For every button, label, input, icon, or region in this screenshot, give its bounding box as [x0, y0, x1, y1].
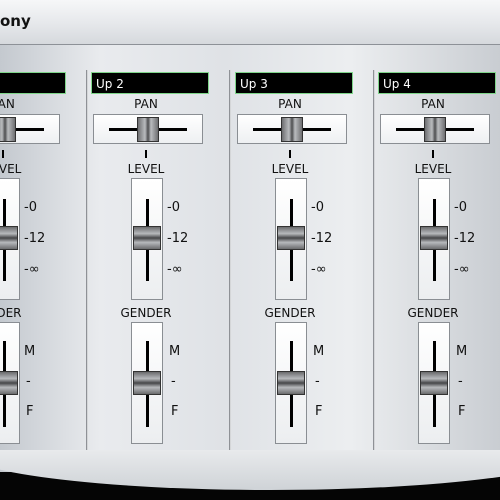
gender-fader-knob[interactable] [277, 371, 305, 395]
gender-scale-top: M [313, 344, 325, 359]
gender-scale-bottom: F [315, 404, 323, 419]
pan-control[interactable] [93, 114, 203, 144]
channel-name-field[interactable]: Up 2 [91, 72, 209, 94]
window-title: ony [0, 12, 31, 30]
channel-divider [373, 70, 375, 450]
title-bar: ony [0, 0, 500, 45]
gender-scale-top: M [456, 344, 468, 359]
gender-fader[interactable] [418, 322, 450, 444]
level-scale-mid: -12 [24, 231, 46, 246]
pan-label: PAN [278, 97, 302, 111]
channel-strip-4: Up 4 PAN LEVEL -0 -12 -∞ GENDER M - F [378, 72, 500, 452]
gender-scale-bottom: F [171, 404, 179, 419]
pan-center-tick [432, 150, 434, 158]
level-scale-bottom: -∞ [454, 262, 470, 277]
level-label: LEVEL [271, 162, 309, 176]
pan-control[interactable] [237, 114, 347, 144]
pan-center-tick [145, 150, 147, 158]
pan-control[interactable] [0, 114, 60, 144]
gender-scale-mid: - [26, 374, 31, 389]
gender-fader-knob[interactable] [420, 371, 448, 395]
level-label: LEVEL [414, 162, 452, 176]
gender-fader[interactable] [0, 322, 20, 444]
pan-knob[interactable] [137, 117, 159, 142]
gender-scale-top: M [169, 344, 181, 359]
gender-label: GENDER [407, 306, 459, 320]
pan-knob[interactable] [0, 117, 16, 142]
level-scale-top: -0 [167, 200, 180, 215]
level-scale-top: -0 [311, 200, 324, 215]
level-fader[interactable] [131, 178, 163, 300]
level-scale-top: -0 [24, 200, 37, 215]
channel-name-field[interactable]: Up 4 [378, 72, 496, 94]
gender-label: GENDER [264, 306, 316, 320]
gender-scale-top: M [24, 344, 36, 359]
channel-divider [229, 70, 231, 450]
gender-fader[interactable] [275, 322, 307, 444]
channel-strip-1: PAN LEVEL -0 -12 -∞ GENDER M - F [0, 72, 78, 452]
channel-name-field[interactable]: Up 3 [235, 72, 353, 94]
gender-scale-bottom: F [26, 404, 34, 419]
pan-knob[interactable] [281, 117, 303, 142]
pan-label: PAN [134, 97, 158, 111]
level-scale-top: -0 [454, 200, 467, 215]
level-scale-bottom: -∞ [167, 262, 183, 277]
level-scale-mid: -12 [454, 231, 476, 246]
level-scale-mid: -12 [311, 231, 333, 246]
level-fader-knob[interactable] [0, 226, 18, 250]
gender-scale-mid: - [171, 374, 176, 389]
level-fader-knob[interactable] [420, 226, 448, 250]
gender-label: GENDER [0, 306, 22, 320]
pan-knob[interactable] [424, 117, 446, 142]
gender-scale-mid: - [315, 374, 320, 389]
channel-name-field[interactable] [0, 72, 66, 94]
gender-fader-knob[interactable] [0, 371, 18, 395]
pan-control[interactable] [380, 114, 490, 144]
level-fader[interactable] [275, 178, 307, 300]
gender-label: GENDER [120, 306, 172, 320]
level-fader-knob[interactable] [133, 226, 161, 250]
gender-scale-bottom: F [458, 404, 466, 419]
level-scale-bottom: -∞ [24, 262, 40, 277]
pan-center-tick [289, 150, 291, 158]
gender-scale-mid: - [458, 374, 463, 389]
pan-center-tick [2, 150, 4, 158]
channel-strip-3: Up 3 PAN LEVEL -0 -12 -∞ GENDER M - F [235, 72, 365, 452]
channel-divider [86, 70, 88, 450]
channel-strip-2: Up 2 PAN LEVEL -0 -12 -∞ GENDER M - F [91, 72, 221, 452]
level-label: LEVEL [0, 162, 22, 176]
level-label: LEVEL [127, 162, 165, 176]
level-scale-mid: -12 [167, 231, 189, 246]
level-scale-bottom: -∞ [311, 262, 327, 277]
pan-label: PAN [0, 97, 15, 111]
gender-fader-knob[interactable] [133, 371, 161, 395]
level-fader[interactable] [418, 178, 450, 300]
gender-fader[interactable] [131, 322, 163, 444]
level-fader-knob[interactable] [277, 226, 305, 250]
mixer-window: ony PAN LEVEL -0 -12 -∞ GENDER M - F Up … [0, 0, 500, 500]
pan-label: PAN [421, 97, 445, 111]
level-fader[interactable] [0, 178, 20, 300]
